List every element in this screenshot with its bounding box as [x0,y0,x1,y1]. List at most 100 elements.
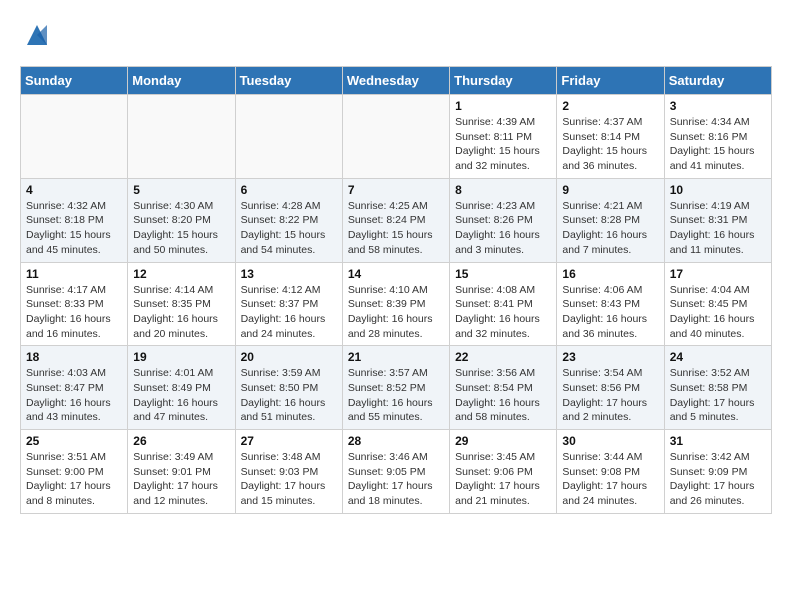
day-number: 8 [455,183,551,197]
calendar-cell: 5Sunrise: 4:30 AM Sunset: 8:20 PM Daylig… [128,178,235,262]
day-info: Sunrise: 4:32 AM Sunset: 8:18 PM Dayligh… [26,199,122,258]
day-number: 18 [26,350,122,364]
calendar-cell: 13 Sunrise: 4:12 AM Sunset: 8:37 PM Dayli… [235,262,342,346]
day-number: 26 [133,434,229,448]
day-number: 6 [241,183,337,197]
calendar-cell [128,95,235,179]
weekday-header-tuesday: Tuesday [235,67,342,95]
calendar-table: SundayMondayTuesdayWednesdayThursdayFrid… [20,66,772,514]
calendar-cell: 21Sunrise: 3:57 AM Sunset: 8:52 PM Dayli… [342,346,449,430]
calendar-cell: 8Sunrise: 4:23 AM Sunset: 8:26 PM Daylig… [450,178,557,262]
day-info: Sunrise: 3:46 AM Sunset: 9:05 PM Dayligh… [348,450,444,509]
day-number: 19 [133,350,229,364]
weekday-header-saturday: Saturday [664,67,771,95]
day-info: Sunrise: 3:57 AM Sunset: 8:52 PM Dayligh… [348,366,444,425]
day-info: Sunrise: 4:10 AM Sunset: 8:39 PM Dayligh… [348,283,444,342]
weekday-header-monday: Monday [128,67,235,95]
calendar-cell: 2Sunrise: 4:37 AM Sunset: 8:14 PM Daylig… [557,95,664,179]
day-info: Sunrise: 4:17 AM Sunset: 8:33 PM Dayligh… [26,283,122,342]
weekday-header-sunday: Sunday [21,67,128,95]
calendar-cell: 4 Sunrise: 4:32 AM Sunset: 8:18 PM Daylig… [21,178,128,262]
calendar-cell: 16 Sunrise: 4:06 AM Sunset: 8:43 PM Dayli… [557,262,664,346]
day-number: 22 [455,350,551,364]
day-info: Sunrise: 4:06 AM Sunset: 8:43 PM Dayligh… [562,283,658,342]
day-info: Sunrise: 3:48 AM Sunset: 9:03 PM Dayligh… [241,450,337,509]
calendar-cell: 3Sunrise: 4:34 AM Sunset: 8:16 PM Daylig… [664,95,771,179]
day-info: Sunrise: 3:42 AM Sunset: 9:09 PM Dayligh… [670,450,766,509]
day-info: Sunrise: 4:34 AM Sunset: 8:16 PM Dayligh… [670,115,766,174]
day-number: 2 [562,99,658,113]
calendar-cell: 9 Sunrise: 4:21 AM Sunset: 8:28 PM Daylig… [557,178,664,262]
day-info: Sunrise: 3:51 AM Sunset: 9:00 PM Dayligh… [26,450,122,509]
calendar-cell: 26 Sunrise: 3:49 AM Sunset: 9:01 PM Dayli… [128,430,235,514]
calendar-cell: 31 Sunrise: 3:42 AM Sunset: 9:09 PM Dayli… [664,430,771,514]
calendar-cell: 18 Sunrise: 4:03 AM Sunset: 8:47 PM Dayli… [21,346,128,430]
day-info: Sunrise: 3:45 AM Sunset: 9:06 PM Dayligh… [455,450,551,509]
weekday-header-wednesday: Wednesday [342,67,449,95]
day-info: Sunrise: 4:21 AM Sunset: 8:28 PM Dayligh… [562,199,658,258]
day-info: Sunrise: 4:25 AM Sunset: 8:24 PM Dayligh… [348,199,444,258]
calendar-cell: 29 Sunrise: 3:45 AM Sunset: 9:06 PM Dayli… [450,430,557,514]
logo [20,20,52,50]
calendar-cell: 7Sunrise: 4:25 AM Sunset: 8:24 PM Daylig… [342,178,449,262]
day-info: Sunrise: 3:52 AM Sunset: 8:58 PM Dayligh… [670,366,766,425]
day-info: Sunrise: 4:19 AM Sunset: 8:31 PM Dayligh… [670,199,766,258]
day-info: Sunrise: 4:12 AM Sunset: 8:37 PM Dayligh… [241,283,337,342]
calendar-cell: 23 Sunrise: 3:54 AM Sunset: 8:56 PM Dayli… [557,346,664,430]
calendar-cell: 14 Sunrise: 4:10 AM Sunset: 8:39 PM Dayli… [342,262,449,346]
calendar-week-row: 18 Sunrise: 4:03 AM Sunset: 8:47 PM Dayli… [21,346,772,430]
day-number: 1 [455,99,551,113]
calendar-cell: 28Sunrise: 3:46 AM Sunset: 9:05 PM Dayli… [342,430,449,514]
day-info: Sunrise: 4:14 AM Sunset: 8:35 PM Dayligh… [133,283,229,342]
calendar-cell: 6 Sunrise: 4:28 AM Sunset: 8:22 PM Daylig… [235,178,342,262]
day-number: 14 [348,267,444,281]
weekday-header-thursday: Thursday [450,67,557,95]
calendar-cell: 12 Sunrise: 4:14 AM Sunset: 8:35 PM Dayli… [128,262,235,346]
day-number: 13 [241,267,337,281]
day-info: Sunrise: 3:44 AM Sunset: 9:08 PM Dayligh… [562,450,658,509]
day-info: Sunrise: 4:03 AM Sunset: 8:47 PM Dayligh… [26,366,122,425]
day-info: Sunrise: 4:04 AM Sunset: 8:45 PM Dayligh… [670,283,766,342]
day-number: 16 [562,267,658,281]
day-number: 23 [562,350,658,364]
day-number: 11 [26,267,122,281]
calendar-cell: 27 Sunrise: 3:48 AM Sunset: 9:03 PM Dayli… [235,430,342,514]
day-info: Sunrise: 3:49 AM Sunset: 9:01 PM Dayligh… [133,450,229,509]
calendar-cell: 11 Sunrise: 4:17 AM Sunset: 8:33 PM Dayli… [21,262,128,346]
day-number: 25 [26,434,122,448]
day-number: 4 [26,183,122,197]
day-number: 10 [670,183,766,197]
day-number: 15 [455,267,551,281]
calendar-cell [21,95,128,179]
day-number: 31 [670,434,766,448]
calendar-cell [235,95,342,179]
day-info: Sunrise: 3:54 AM Sunset: 8:56 PM Dayligh… [562,366,658,425]
calendar-cell: 30 Sunrise: 3:44 AM Sunset: 9:08 PM Dayli… [557,430,664,514]
logo-icon [22,20,52,50]
calendar-header-row: SundayMondayTuesdayWednesdayThursdayFrid… [21,67,772,95]
calendar-cell: 17 Sunrise: 4:04 AM Sunset: 8:45 PM Dayli… [664,262,771,346]
calendar-cell: 24 Sunrise: 3:52 AM Sunset: 8:58 PM Dayli… [664,346,771,430]
calendar-cell: 20Sunrise: 3:59 AM Sunset: 8:50 PM Dayli… [235,346,342,430]
day-number: 29 [455,434,551,448]
calendar-cell: 22 Sunrise: 3:56 AM Sunset: 8:54 PM Dayli… [450,346,557,430]
calendar-week-row: 25 Sunrise: 3:51 AM Sunset: 9:00 PM Dayli… [21,430,772,514]
day-number: 30 [562,434,658,448]
day-info: Sunrise: 3:56 AM Sunset: 8:54 PM Dayligh… [455,366,551,425]
day-info: Sunrise: 4:08 AM Sunset: 8:41 PM Dayligh… [455,283,551,342]
day-number: 12 [133,267,229,281]
day-number: 9 [562,183,658,197]
page-header [20,20,772,50]
calendar-cell: 25 Sunrise: 3:51 AM Sunset: 9:00 PM Dayli… [21,430,128,514]
calendar-week-row: 4 Sunrise: 4:32 AM Sunset: 8:18 PM Daylig… [21,178,772,262]
calendar-cell: 15 Sunrise: 4:08 AM Sunset: 8:41 PM Dayli… [450,262,557,346]
calendar-cell: 1Sunrise: 4:39 AM Sunset: 8:11 PM Daylig… [450,95,557,179]
day-number: 27 [241,434,337,448]
calendar-cell: 10 Sunrise: 4:19 AM Sunset: 8:31 PM Dayli… [664,178,771,262]
day-info: Sunrise: 4:01 AM Sunset: 8:49 PM Dayligh… [133,366,229,425]
day-number: 24 [670,350,766,364]
day-info: Sunrise: 3:59 AM Sunset: 8:50 PM Dayligh… [241,366,337,425]
calendar-cell: 19 Sunrise: 4:01 AM Sunset: 8:49 PM Dayli… [128,346,235,430]
day-info: Sunrise: 4:28 AM Sunset: 8:22 PM Dayligh… [241,199,337,258]
day-number: 17 [670,267,766,281]
